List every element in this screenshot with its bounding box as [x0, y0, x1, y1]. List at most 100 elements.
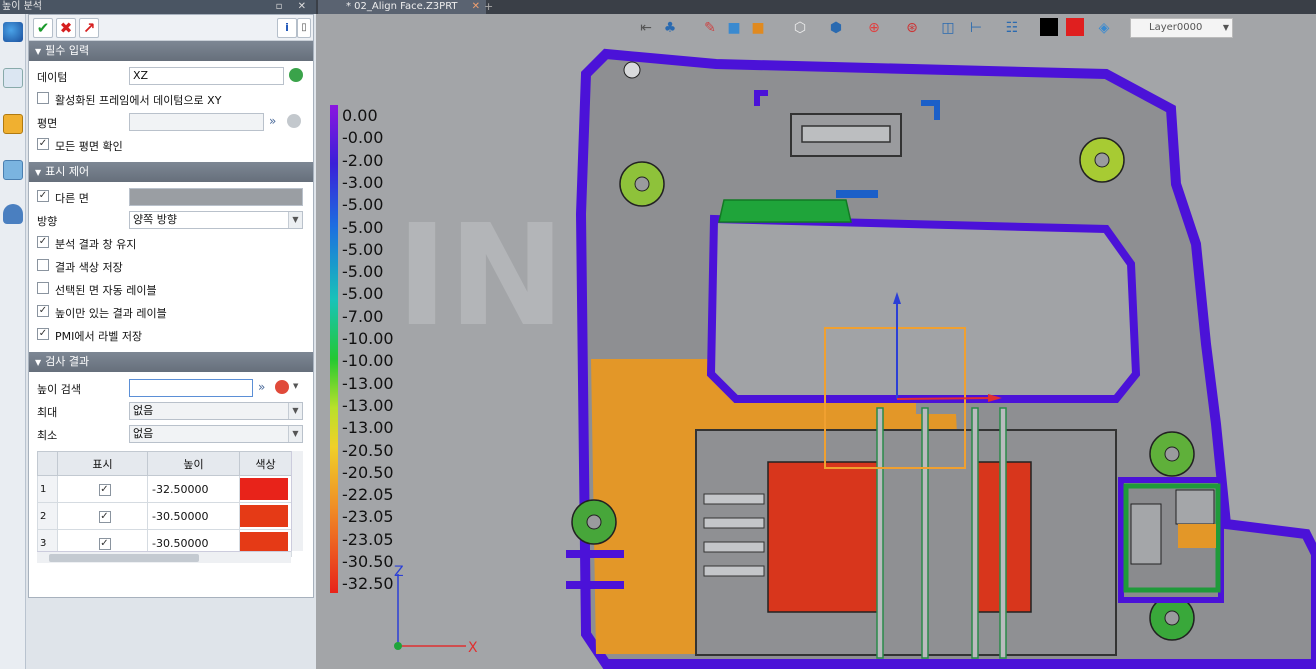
measure-icon[interactable]: ⊢	[966, 18, 986, 38]
other-face-color[interactable]	[129, 188, 303, 206]
direction-select[interactable]: 양쪽 방향 ▼	[129, 211, 303, 229]
active-frame-checkbox[interactable]	[37, 92, 49, 104]
max-row: 최대 없음 ▼	[29, 399, 313, 422]
table-row[interactable]: 1 ✓ -32.50000	[37, 475, 292, 503]
search-label: 높이 검색	[37, 383, 81, 396]
section-results-title: 검사 결과	[45, 355, 90, 368]
view-cube-icon[interactable]: ⬡	[790, 18, 810, 38]
shaded-icon[interactable]: ■	[748, 18, 768, 38]
color-black-swatch[interactable]	[1040, 18, 1058, 36]
min-select[interactable]: 없음 ▼	[129, 425, 303, 443]
pencil-icon[interactable]: ✎	[700, 18, 720, 38]
table-horizontal-scrollbar[interactable]	[37, 551, 291, 563]
min-value: 없음	[133, 427, 154, 440]
checkbox[interactable]: ✓	[98, 538, 111, 550]
green-tab	[718, 199, 852, 223]
user-icon[interactable]	[3, 204, 23, 224]
box-icon[interactable]	[3, 114, 23, 134]
search-expand-icon[interactable]: »	[258, 380, 265, 394]
layer-icon[interactable]: ◈	[1094, 18, 1114, 38]
table-row[interactable]: 2 ✓ -30.50000	[37, 502, 292, 530]
document-tab[interactable]: * 02_Align Face.Z3PRT ✕	[318, 0, 486, 14]
collapse-icon: ▼	[35, 47, 42, 56]
checkbox[interactable]: ✓	[98, 484, 111, 496]
table-header-height[interactable]: 높이	[147, 451, 240, 476]
section-view-icon[interactable]: ◫	[938, 18, 958, 38]
chevron-down-icon[interactable]: ▼	[293, 382, 298, 390]
legend-value: -5.00	[342, 239, 384, 259]
color-swatch[interactable]	[240, 505, 288, 527]
table-vertical-scrollbar[interactable]	[291, 451, 303, 551]
help-button[interactable]: ▯	[297, 18, 311, 38]
direction-row: 방향 양쪽 방향 ▼	[29, 208, 313, 231]
cancel-button[interactable]: ✖	[56, 18, 76, 38]
apply-button[interactable]: ↗	[79, 18, 99, 38]
boss-top-left	[619, 161, 665, 207]
filter-icon[interactable]: ♣	[660, 18, 680, 38]
panel-window-controls[interactable]: ▫ ✕	[276, 0, 312, 14]
section-required-header[interactable]: ▼ 필수 입력	[29, 41, 313, 61]
zoom-fit-icon[interactable]: ⊕	[864, 18, 884, 38]
layer-select[interactable]: Layer0000 ▼	[1130, 18, 1233, 38]
panel-title: 높이 분석	[2, 1, 42, 12]
height-search-input[interactable]	[129, 379, 253, 397]
color-legend-bar	[330, 105, 338, 593]
row-show-checkbox[interactable]: ✓	[57, 475, 148, 503]
undo-icon[interactable]: ⇤	[636, 18, 656, 38]
legend-value: -20.50	[342, 462, 394, 482]
row-color[interactable]	[239, 475, 292, 503]
checkbox[interactable]: ✓	[98, 511, 111, 523]
close-tab-icon[interactable]: ✕	[472, 0, 480, 14]
legend-value: -32.50	[342, 574, 394, 594]
legend-value: -23.05	[342, 507, 394, 527]
max-select[interactable]: 없음 ▼	[129, 402, 303, 420]
panel-body: ✔ ✖ ↗ i ▯ ▼ 필수 입력 데이텀 XZ 활성화된 프레임에서 데이텀으로…	[28, 14, 314, 598]
section-display-header[interactable]: ▼ 표시 제어	[29, 162, 313, 182]
red-block-left	[767, 461, 879, 613]
row-index: 1	[37, 475, 58, 503]
row-show-checkbox[interactable]: ✓	[57, 502, 148, 530]
solid-icon[interactable]: ■	[724, 18, 744, 38]
section-display-title: 표시 제어	[45, 165, 90, 178]
other-face-checkbox[interactable]: ✓	[37, 190, 49, 202]
plane-field[interactable]	[129, 113, 264, 131]
search-pick-icon[interactable]	[275, 380, 289, 394]
color-red-swatch[interactable]	[1066, 18, 1084, 36]
plane-expand-icon[interactable]: »	[269, 114, 276, 128]
table-header-index	[37, 451, 58, 476]
plane-pick-icon[interactable]	[287, 114, 301, 128]
document-tab-title: * 02_Align Face.Z3PRT	[346, 1, 458, 12]
3d-viewport[interactable]: INNTRA	[316, 14, 1316, 669]
height-label-checkbox[interactable]: ✓	[37, 305, 49, 317]
all-planes-checkbox[interactable]: ✓	[37, 138, 49, 150]
model-canvas[interactable]: INNTRA	[316, 14, 1316, 669]
direction-label: 방향	[37, 215, 58, 228]
add-tab-icon[interactable]: +	[484, 0, 498, 14]
legend-value: -20.50	[342, 440, 394, 460]
info-button[interactable]: i	[277, 18, 297, 38]
image-icon[interactable]	[3, 160, 23, 180]
auto-label-checkbox[interactable]	[37, 282, 49, 294]
datum-pick-icon[interactable]	[289, 68, 303, 82]
row-color[interactable]	[239, 502, 292, 530]
table-header-show[interactable]: 표시	[57, 451, 148, 476]
height-analysis-panel: ✔ ✖ ↗ i ▯ ▼ 필수 입력 데이텀 XZ 활성화된 프레임에서 데이텀으로…	[26, 14, 316, 669]
keep-window-label: 분석 결과 창 유지	[55, 238, 137, 251]
iso-view-icon[interactable]: ⬢	[826, 18, 846, 38]
section-results-header[interactable]: ▼ 검사 결과	[29, 352, 313, 372]
tree-view-icon[interactable]: ☷	[1002, 18, 1022, 38]
datum-field[interactable]: XZ	[129, 67, 284, 85]
tree-icon[interactable]	[3, 68, 23, 88]
scrollbar-thumb[interactable]	[49, 554, 199, 562]
pmi-checkbox[interactable]: ✓	[37, 328, 49, 340]
save-color-checkbox[interactable]	[37, 259, 49, 271]
rotate-icon[interactable]: ⊛	[902, 18, 922, 38]
collapse-icon: ▼	[35, 358, 42, 367]
inner-opening	[706, 214, 1141, 403]
axis-z-label: Z	[394, 564, 404, 580]
ok-button[interactable]: ✔	[33, 18, 53, 38]
analysis-icon[interactable]	[3, 22, 23, 42]
color-swatch[interactable]	[240, 478, 288, 500]
table-header-color[interactable]: 색상	[239, 451, 292, 476]
keep-window-checkbox[interactable]: ✓	[37, 236, 49, 248]
